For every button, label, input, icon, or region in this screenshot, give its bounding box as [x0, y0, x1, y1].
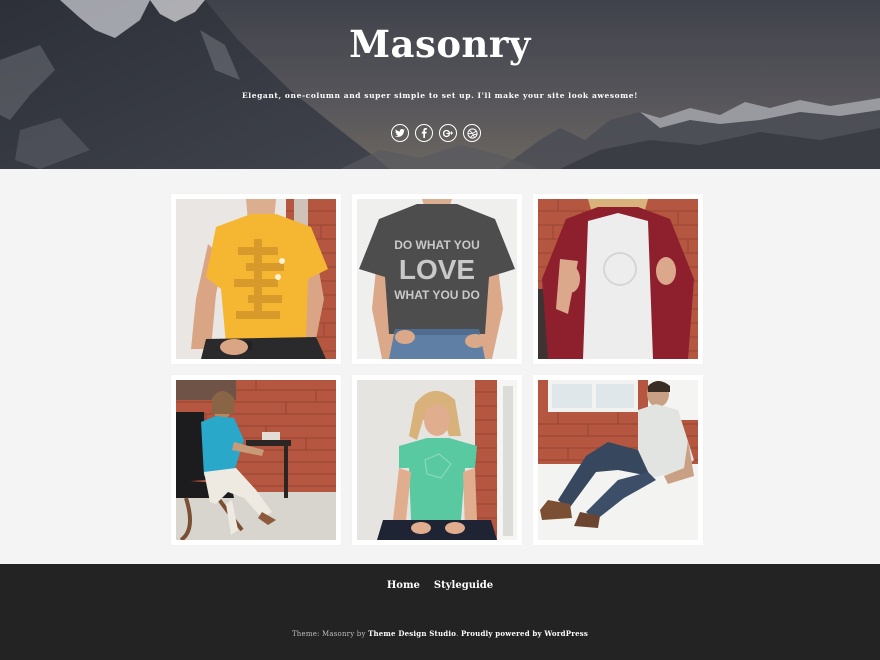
twitter-icon[interactable]	[391, 124, 409, 142]
theme-author-link[interactable]: Theme Design Studio	[368, 629, 456, 638]
post-thumbnail-mint-tee[interactable]	[357, 380, 517, 540]
post-thumbnail-red-cardigan[interactable]	[538, 199, 698, 359]
post-thumbnail-blue-tee-chair[interactable]	[176, 380, 336, 540]
post-thumbnail-grey-tee-floor[interactable]	[538, 380, 698, 540]
facebook-icon[interactable]	[415, 124, 433, 142]
site-header: Masonry Elegant, one-column and super si…	[0, 0, 880, 169]
gallery-item[interactable]	[533, 194, 703, 364]
site-tagline: Elegant, one-column and super simple to …	[241, 91, 639, 100]
google-plus-icon[interactable]	[439, 124, 457, 142]
site-footer: Home Styleguide Theme: Masonry by Theme …	[0, 564, 880, 660]
footer-link-styleguide[interactable]: Styleguide	[434, 580, 493, 591]
gallery-item[interactable]	[352, 375, 522, 545]
site-title[interactable]: Masonry	[0, 22, 880, 66]
gallery-grid: DO WHAT YOU LOVE WHAT YOU DO	[171, 194, 703, 546]
post-thumbnail-do-what-you-love-tee[interactable]: DO WHAT YOU LOVE WHAT YOU DO	[357, 199, 517, 359]
post-thumbnail-yellow-tee[interactable]	[176, 199, 336, 359]
tee-print-line-3: WHAT YOU DO	[394, 288, 480, 302]
gallery-item[interactable]	[171, 375, 341, 545]
wordpress-link[interactable]: Proudly powered by WordPress	[461, 629, 588, 638]
social-links	[391, 124, 481, 142]
credits-prefix: Theme: Masonry by	[291, 630, 369, 638]
tee-print-line-1: DO WHAT YOU	[394, 238, 480, 252]
gallery-item[interactable]	[171, 194, 341, 364]
gallery-item[interactable]	[533, 375, 703, 545]
footer-menu: Home Styleguide	[0, 580, 880, 591]
site-credits: Theme: Masonry by Theme Design Studio. P…	[0, 629, 880, 638]
footer-link-home[interactable]: Home	[387, 580, 420, 591]
tee-print-line-2: LOVE	[399, 254, 475, 285]
dribbble-icon[interactable]	[463, 124, 481, 142]
gallery-item[interactable]: DO WHAT YOU LOVE WHAT YOU DO	[352, 194, 522, 364]
